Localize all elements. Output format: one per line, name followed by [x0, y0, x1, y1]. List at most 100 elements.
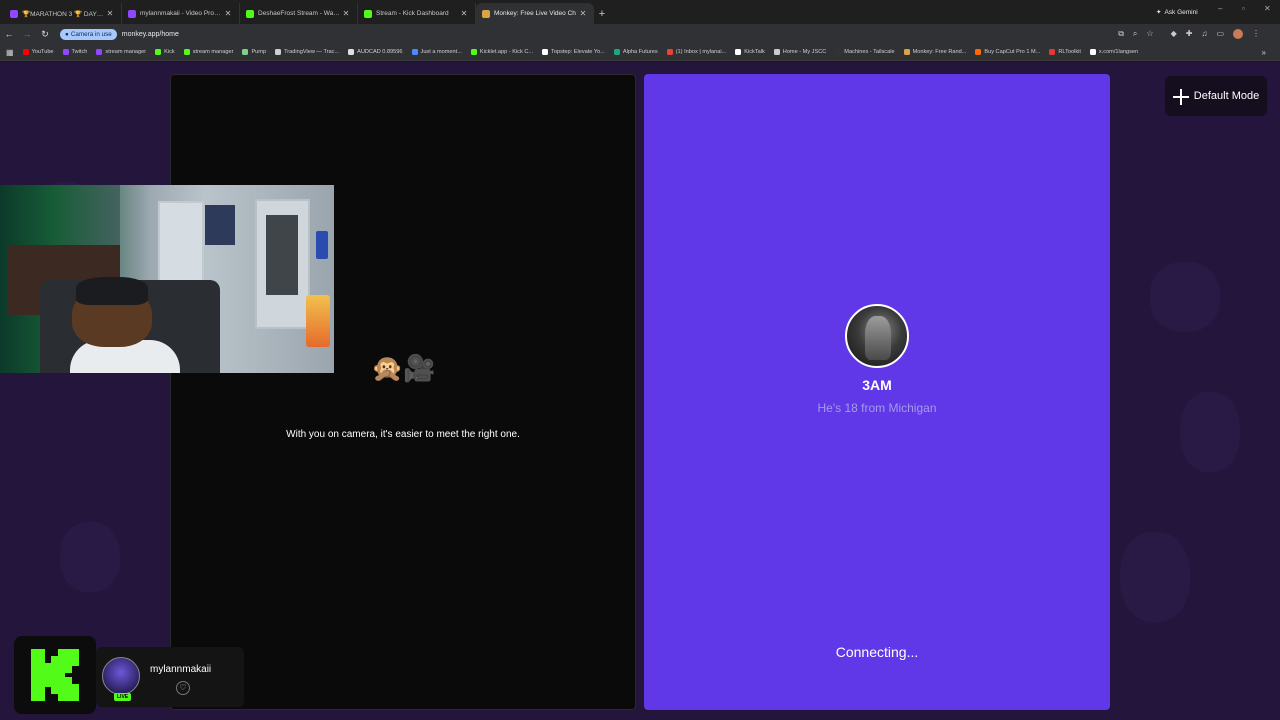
profile-avatar[interactable]	[1233, 29, 1243, 39]
tab-close-icon[interactable]: ✕	[459, 9, 469, 18]
gemini-icon: ✦	[1156, 9, 1162, 16]
bookmark-item[interactable]: Home - My JSCC	[773, 49, 826, 55]
tab-title: 🏆MARATHON 3 🏆 DAY 1 🏆 L	[22, 10, 105, 18]
connection-status: Connecting...	[835, 644, 919, 660]
bookmark-item[interactable]: YouTube	[22, 49, 54, 55]
bookmark-item[interactable]: x.com/1langsen	[1089, 49, 1139, 55]
bookmark-favicon-icon	[613, 49, 620, 55]
bookmark-item[interactable]: Kicklet.app - Kick C...	[470, 49, 534, 55]
bookmark-label: Pump	[251, 49, 267, 55]
bookmark-item[interactable]: stream manager	[96, 49, 146, 55]
bookmark-item[interactable]: TradingView — Trac...	[275, 49, 339, 55]
browser-tab[interactable]: Monkey: Free Live Video Ch ✕	[476, 3, 594, 24]
reload-icon[interactable]: ↻	[36, 29, 54, 40]
tab-favicon-icon	[246, 9, 254, 18]
bookmark-star-icon[interactable]: ☆	[1146, 29, 1153, 39]
tab-close-icon[interactable]: ✕	[223, 9, 233, 18]
bookmark-item[interactable]: Buy CapCut Pro 1 M...	[975, 49, 1040, 55]
bookmark-item[interactable]: Just a moment...	[411, 49, 462, 55]
bookmark-label: Kicklet.app - Kick C...	[479, 49, 534, 55]
puzzle-icon[interactable]: ✚	[1186, 29, 1193, 39]
bookmark-label: Kick	[164, 49, 175, 55]
bookmark-label: AUDCAD 0.89596	[357, 49, 403, 55]
install-app-icon[interactable]: ⧉	[1118, 29, 1124, 39]
bookmark-label: Twitch	[71, 49, 88, 55]
bookmarks-bar: ▦ YouTube Twitch stream manager Kick stream …	[0, 44, 1280, 61]
browser-tab[interactable]: mylannmakaii - Video Producti ✕	[122, 3, 240, 24]
bookmark-label: Alpha Futures	[622, 49, 658, 55]
bookmark-item[interactable]: KickTalk	[735, 49, 765, 55]
tab-favicon-icon	[364, 9, 372, 18]
bookmark-favicon-icon	[411, 49, 418, 55]
webcam-can	[316, 231, 328, 259]
ask-gemini-button[interactable]: ✦ Ask Gemini	[1150, 5, 1204, 19]
forward-icon[interactable]: →	[18, 29, 36, 39]
webcam-person-hat	[76, 277, 148, 305]
avatar-photo	[865, 316, 891, 360]
bookmark-favicon-icon	[773, 49, 780, 55]
tab-favicon-icon	[482, 9, 490, 18]
match-panel: 3AM He's 18 from Michigan Connecting...	[644, 74, 1110, 710]
monkey-camera-emoji: 🙊🎥	[371, 353, 436, 383]
apps-grid-icon[interactable]: ▦	[6, 48, 14, 57]
bookmark-item[interactable]: RLToolkit	[1049, 49, 1081, 55]
bookmark-favicon-icon	[1089, 49, 1096, 55]
bookmark-favicon-icon	[183, 49, 190, 55]
browser-tab[interactable]: DeshaeFrost Stream - Watch Li ✕	[240, 3, 358, 24]
bookmark-item[interactable]: Machines - Tailscale	[835, 49, 895, 55]
bookmark-item[interactable]: Topstep: Elevate Yo...	[542, 49, 605, 55]
bookmark-item[interactable]: Kick	[155, 49, 175, 55]
tab-favicon-icon	[128, 9, 136, 18]
bookmark-item[interactable]: Alpha Futures	[613, 49, 658, 55]
browser-tab-strip: 🏆MARATHON 3 🏆 DAY 1 🏆 L✕mylannmakaii - V…	[0, 0, 1280, 24]
bookmark-favicon-icon	[62, 49, 69, 55]
extension-icon[interactable]: ◆	[1171, 29, 1177, 39]
close-window-icon[interactable]: ✕	[1264, 4, 1271, 13]
self-camera-panel: 🙊🎥 With you on camera, it's easier to me…	[170, 74, 636, 710]
kick-user-card: LIVE mylannmakaii ♡	[96, 647, 244, 707]
url-text: monkey.app/home	[121, 30, 179, 38]
tab-close-icon[interactable]: ✕	[578, 9, 588, 18]
camera-in-use-pill[interactable]: ● Camera in use	[60, 28, 117, 40]
toolbar-icons: ⧉ ⌕ ☆ ◆ ✚ ♫ ▭ ⋮	[1118, 29, 1260, 39]
media-icon[interactable]: ♫	[1201, 29, 1207, 39]
zoom-icon[interactable]: ⌕	[1133, 29, 1137, 39]
address-bar[interactable]: ● Camera in use monkey.app/home	[60, 27, 1100, 41]
tab-close-icon[interactable]: ✕	[341, 9, 351, 18]
more-bookmarks-icon[interactable]: »	[1262, 48, 1266, 57]
split-view-icon[interactable]: ▭	[1216, 29, 1224, 39]
tab-title: mylannmakaii - Video Producti	[140, 10, 223, 17]
browser-tab[interactable]: Stream - Kick Dashboard ✕	[358, 3, 476, 24]
kick-logo-box	[14, 636, 96, 714]
bookmark-item[interactable]: (1) Inbox | mylanai...	[666, 49, 726, 55]
bookmark-favicon-icon	[242, 49, 249, 55]
back-icon[interactable]: ←	[0, 29, 18, 39]
bookmark-favicon-icon	[903, 49, 910, 55]
bookmark-item[interactable]: AUDCAD 0.89596	[348, 49, 403, 55]
tab-title: Monkey: Free Live Video Ch	[494, 10, 576, 17]
heart-icon: ♡	[176, 681, 190, 695]
bookmark-item[interactable]: Twitch	[62, 49, 88, 55]
bookmark-favicon-icon	[155, 49, 162, 55]
camera-icon: ●	[65, 30, 69, 38]
bookmark-favicon-icon	[470, 49, 477, 55]
bookmark-item[interactable]: Pump	[242, 49, 266, 55]
bookmark-item[interactable]: stream manager	[183, 49, 233, 55]
bookmark-favicon-icon	[735, 49, 742, 55]
menu-icon[interactable]: ⋮	[1252, 29, 1260, 39]
tab-close-icon[interactable]: ✕	[105, 9, 115, 18]
maximize-icon[interactable]: ▫	[1242, 4, 1245, 13]
background-shape	[1120, 532, 1190, 622]
bookmark-favicon-icon	[542, 49, 549, 55]
bookmark-label: x.com/1langsen	[1098, 49, 1139, 55]
default-mode-button[interactable]: Default Mode	[1165, 76, 1267, 116]
bookmark-label: Monkey: Free Rand...	[912, 49, 967, 55]
match-avatar	[845, 304, 909, 368]
streamer-username: mylannmakaii	[150, 664, 212, 675]
bookmark-item[interactable]: Monkey: Free Rand...	[903, 49, 967, 55]
minimize-icon[interactable]: –	[1218, 4, 1222, 13]
bookmark-label: KickTalk	[744, 49, 765, 55]
new-tab-button[interactable]: +	[594, 3, 610, 24]
browser-tab[interactable]: 🏆MARATHON 3 🏆 DAY 1 🏆 L✕	[4, 3, 122, 24]
bookmark-label: Machines - Tailscale	[844, 49, 895, 55]
